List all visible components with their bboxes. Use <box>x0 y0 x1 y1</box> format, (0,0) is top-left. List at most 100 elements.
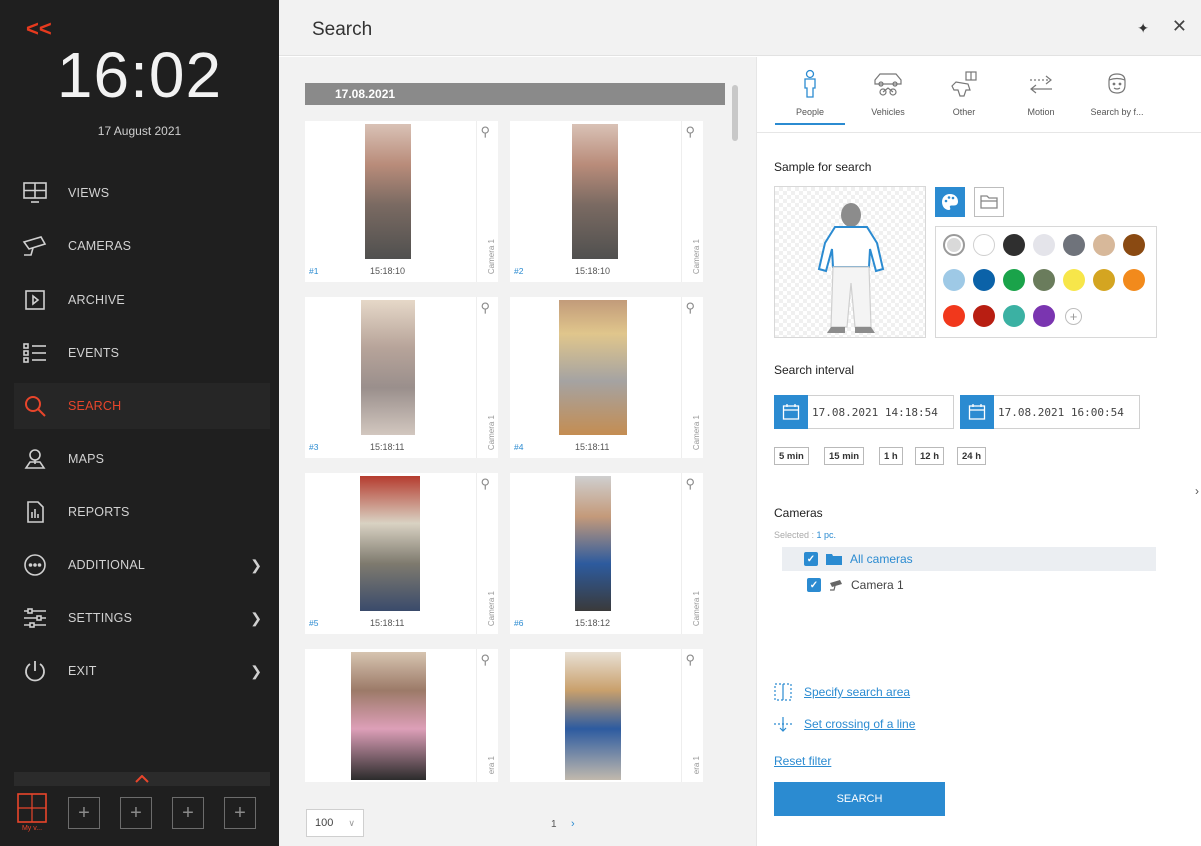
calendar-icon[interactable] <box>960 395 994 429</box>
search-icon <box>20 391 50 421</box>
result-card[interactable]: ⚲ era 1 <box>510 649 703 782</box>
date-to-field[interactable]: 17.08.2021 16:00:54 <box>960 395 1140 429</box>
add-layout-button[interactable]: + <box>120 797 152 829</box>
set-crossing-line-link[interactable]: Set crossing of a line <box>774 715 915 733</box>
result-card[interactable]: ⚲ #6 15:18:12 Camera 1 <box>510 473 703 634</box>
reset-filter-link[interactable]: Reset filter <box>774 754 831 768</box>
color-swatch[interactable] <box>1033 305 1055 327</box>
sidebar-item-exit[interactable]: EXIT ❯ <box>14 648 270 694</box>
checkbox-checked[interactable]: ✓ <box>804 552 818 566</box>
sidebar-item-search[interactable]: SEARCH <box>14 383 270 429</box>
tab-other[interactable]: Other <box>929 67 999 123</box>
views-icon <box>20 178 50 208</box>
color-swatch[interactable] <box>1003 234 1025 256</box>
color-swatch[interactable] <box>1063 269 1085 291</box>
sidebar-item-events[interactable]: EVENTS <box>14 330 270 376</box>
add-color-button[interactable]: + <box>1065 308 1082 325</box>
sidebar-item-label: VIEWS <box>68 186 110 200</box>
sidebar-item-cameras[interactable]: CAMERAS <box>14 223 270 269</box>
camera-tree-item[interactable]: ✓ Camera 1 <box>807 573 904 597</box>
sidebar-item-settings[interactable]: SETTINGS ❯ <box>14 595 270 641</box>
result-card[interactable]: ⚲ #4 15:18:11 Camera 1 <box>510 297 703 458</box>
result-time: 15:18:10 <box>575 266 611 276</box>
sidebar-item-archive[interactable]: ARCHIVE <box>14 277 270 323</box>
color-swatch[interactable] <box>1093 269 1115 291</box>
quick-range-12h[interactable]: 12 h <box>915 447 945 465</box>
current-page-number: 1 <box>551 819 557 830</box>
tab-search-by-face[interactable]: Search by f... <box>1082 67 1152 123</box>
search-button[interactable]: SEARCH <box>774 782 945 816</box>
zoom-icon[interactable]: ⚲ <box>480 652 490 668</box>
close-button[interactable]: ✕ <box>1172 16 1187 37</box>
open-image-button[interactable] <box>974 187 1004 217</box>
color-swatch[interactable] <box>1033 269 1055 291</box>
add-layout-button[interactable]: + <box>172 797 204 829</box>
zoom-icon[interactable]: ⚲ <box>685 652 695 668</box>
zoom-icon[interactable]: ⚲ <box>480 476 490 492</box>
result-thumbnail <box>572 124 618 259</box>
page-header: Search ✦ ✕ <box>279 0 1201 56</box>
result-card[interactable]: ⚲ #3 15:18:11 Camera 1 <box>305 297 498 458</box>
quick-range-15min[interactable]: 15 min <box>824 447 865 465</box>
sidebar-item-label: EXIT <box>68 664 97 678</box>
color-swatch[interactable] <box>943 269 965 291</box>
result-card[interactable]: ⚲ #2 15:18:10 Camera 1 <box>510 121 703 282</box>
camera-tree-all[interactable]: ✓ All cameras <box>782 547 1156 571</box>
result-number: #1 <box>309 266 319 276</box>
color-swatch[interactable] <box>1093 234 1115 256</box>
sidebar-item-maps[interactable]: MAPS <box>14 436 270 482</box>
sidebar-item-views[interactable]: VIEWS <box>14 170 270 216</box>
add-layout-button[interactable]: + <box>68 797 100 829</box>
result-thumbnail <box>365 124 411 259</box>
tab-motion[interactable]: Motion <box>1006 67 1076 123</box>
color-swatch[interactable] <box>1123 269 1145 291</box>
result-number: #4 <box>514 442 524 452</box>
pin-icon[interactable]: ✦ <box>1137 20 1149 37</box>
add-layout-button[interactable]: + <box>224 797 256 829</box>
color-palette-button[interactable] <box>935 187 965 217</box>
zoom-icon[interactable]: ⚲ <box>685 476 695 492</box>
color-swatch[interactable] <box>1003 269 1025 291</box>
date-from-field[interactable]: 17.08.2021 14:18:54 <box>774 395 954 429</box>
next-page-button[interactable]: › <box>571 818 575 830</box>
color-swatch[interactable] <box>973 269 995 291</box>
color-swatch[interactable] <box>973 305 995 327</box>
app-window: << 16:02 17 August 2021 VIEWS CAMERAS AR… <box>0 0 1201 846</box>
color-swatch[interactable] <box>973 234 995 256</box>
color-swatch[interactable] <box>943 234 965 256</box>
page-size-select[interactable]: 100 ∨ <box>306 809 364 837</box>
result-card[interactable]: ⚲ #5 15:18:11 Camera 1 <box>305 473 498 634</box>
color-swatch[interactable] <box>1003 305 1025 327</box>
quick-range-5min[interactable]: 5 min <box>774 447 809 465</box>
my-view-layout[interactable]: My v... <box>16 793 48 839</box>
quick-range-24h[interactable]: 24 h <box>957 447 987 465</box>
results-scrollbar[interactable] <box>732 85 738 141</box>
sample-figure[interactable] <box>774 186 926 338</box>
zoom-icon[interactable]: ⚲ <box>685 124 695 140</box>
calendar-icon[interactable] <box>774 395 808 429</box>
quick-range-1h[interactable]: 1 h <box>879 447 903 465</box>
layouts-expand-bar[interactable] <box>14 772 270 786</box>
collapse-sidebar-button[interactable]: << <box>26 18 52 40</box>
zoom-icon[interactable]: ⚲ <box>685 300 695 316</box>
expand-panel-chevron-icon[interactable]: › <box>1195 484 1199 498</box>
zoom-icon[interactable]: ⚲ <box>480 300 490 316</box>
result-card[interactable]: ⚲ era 1 <box>305 649 498 782</box>
tab-people[interactable]: People <box>775 67 845 123</box>
color-swatch[interactable] <box>1063 234 1085 256</box>
result-card[interactable]: ⚲ #1 15:18:10 Camera 1 <box>305 121 498 282</box>
specify-search-area-link[interactable]: Specify search area <box>774 683 910 701</box>
color-swatch[interactable] <box>943 305 965 327</box>
checkbox-checked[interactable]: ✓ <box>807 578 821 592</box>
result-camera: Camera 1 <box>487 238 496 274</box>
chevron-right-icon: ❯ <box>250 556 262 573</box>
sidebar-item-additional[interactable]: ADDITIONAL ❯ <box>14 542 270 588</box>
card-divider <box>681 297 682 458</box>
folder-icon <box>980 195 998 209</box>
tab-vehicles[interactable]: Vehicles <box>853 67 923 123</box>
zoom-icon[interactable]: ⚲ <box>480 124 490 140</box>
color-swatch[interactable] <box>1123 234 1145 256</box>
sidebar-item-reports[interactable]: REPORTS <box>14 489 270 535</box>
color-swatch[interactable] <box>1033 234 1055 256</box>
sidebar: << 16:02 17 August 2021 VIEWS CAMERAS AR… <box>0 0 279 846</box>
